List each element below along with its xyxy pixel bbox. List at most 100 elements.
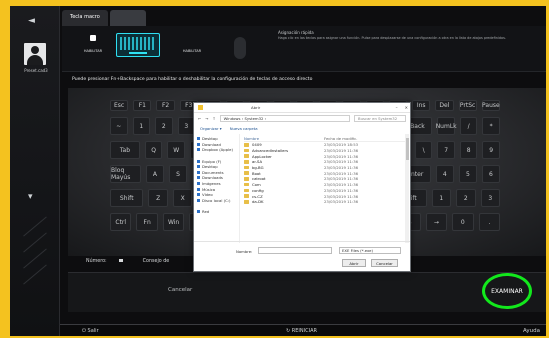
back-arrow-icon[interactable]: ◄ bbox=[28, 16, 35, 26]
hint-text: Puede presionar Fn+Backspace para habili… bbox=[72, 77, 313, 82]
tree-item[interactable]: Dropbox (Apple) bbox=[197, 147, 236, 153]
key[interactable]: * bbox=[482, 117, 500, 135]
tree-item-label: Disco local (C:) bbox=[202, 197, 231, 203]
key[interactable]: 2 bbox=[456, 189, 476, 207]
key[interactable]: . bbox=[478, 213, 500, 231]
tree-item[interactable]: Red bbox=[197, 209, 236, 215]
disable-label: HABILITAR bbox=[182, 49, 202, 53]
dialog-cancel-button[interactable]: Cancelar bbox=[371, 259, 398, 267]
new-folder-button[interactable]: Nueva carpeta bbox=[230, 126, 258, 131]
key[interactable]: Tab bbox=[110, 141, 140, 159]
file-date: 23/03/2019 11:36 bbox=[324, 187, 359, 193]
key[interactable]: F1 bbox=[133, 100, 152, 111]
folder-icon bbox=[197, 137, 200, 141]
tree-item-label: Documents bbox=[202, 169, 224, 175]
folder-icon bbox=[197, 182, 200, 186]
key[interactable]: 8 bbox=[459, 141, 478, 159]
key[interactable]: 5 bbox=[458, 165, 477, 183]
forward-icon[interactable]: → bbox=[205, 116, 208, 121]
cancel-button[interactable]: Cancelar bbox=[168, 287, 192, 293]
filename-input[interactable] bbox=[258, 247, 332, 254]
dropdown-caret-icon[interactable] bbox=[118, 259, 123, 262]
key[interactable]: 7 bbox=[437, 141, 455, 159]
keyboard-icon[interactable] bbox=[116, 33, 160, 57]
active-indicator-icon bbox=[90, 35, 96, 41]
tree-item[interactable]: Disco local (C:) bbox=[197, 198, 236, 204]
key[interactable]: Win bbox=[162, 213, 185, 231]
key[interactable]: A bbox=[145, 165, 165, 183]
folder-icon bbox=[197, 176, 200, 180]
tree-item-label: Imágenes bbox=[202, 181, 221, 187]
file-row[interactable]: da-DK 23/03/2019 11:36 bbox=[244, 199, 406, 205]
file-name: AdvancedInstallers bbox=[252, 148, 289, 154]
key[interactable]: Ins bbox=[412, 100, 431, 111]
file-name: ar-SA bbox=[252, 159, 263, 165]
key[interactable]: 6 bbox=[481, 165, 500, 183]
key[interactable]: W bbox=[167, 141, 185, 159]
key[interactable]: Shift bbox=[110, 189, 144, 207]
restart-button[interactable]: ↻ REINICIAR bbox=[286, 328, 317, 334]
key[interactable]: 1 bbox=[431, 189, 452, 207]
address-bar[interactable]: Windows › System32 › bbox=[219, 115, 350, 122]
file-date: 23/03/2019 11:36 bbox=[324, 182, 359, 188]
column-date[interactable]: Fecha de modific. bbox=[324, 136, 368, 141]
organize-button[interactable]: Organizar ▾ bbox=[200, 126, 222, 131]
key[interactable]: Bloq Mayús bbox=[110, 165, 141, 183]
browse-button[interactable]: EXAMINAR bbox=[482, 273, 532, 309]
info-title: Asignación rápida bbox=[278, 30, 314, 35]
folder-icon bbox=[244, 199, 249, 204]
key[interactable]: PrtSc bbox=[458, 100, 477, 111]
key[interactable]: Esc bbox=[110, 100, 129, 111]
file-name-cell: AppLocker bbox=[244, 154, 324, 159]
minimize-icon[interactable]: – bbox=[396, 105, 398, 110]
tab-secondary[interactable] bbox=[109, 10, 146, 26]
file-date: 23/03/2019 11:36 bbox=[324, 159, 359, 165]
tab-macro-key[interactable]: Tecla macro bbox=[62, 10, 108, 26]
key[interactable]: 9 bbox=[482, 141, 500, 159]
file-name-cell: Boot bbox=[244, 171, 324, 176]
key[interactable]: S bbox=[169, 165, 188, 183]
key[interactable]: 2 bbox=[155, 117, 173, 135]
dialog-navbar: ← → ↑ Windows › System32 › Buscar en Sys… bbox=[194, 113, 410, 124]
tree-item-label: Música bbox=[202, 186, 216, 192]
enable-option[interactable]: HABILITAR bbox=[76, 35, 110, 63]
key[interactable]: Del bbox=[435, 100, 454, 111]
key[interactable]: / bbox=[459, 117, 478, 135]
mode-toggle[interactable] bbox=[234, 37, 246, 59]
key[interactable]: NumLk bbox=[436, 117, 457, 135]
file-name-cell: Com bbox=[244, 182, 324, 187]
key[interactable]: 3 bbox=[480, 189, 500, 207]
key[interactable]: 1 bbox=[132, 117, 150, 135]
close-icon[interactable]: ✕ bbox=[405, 105, 408, 110]
help-button[interactable]: Ayuda bbox=[523, 328, 540, 334]
up-icon[interactable]: ↑ bbox=[212, 116, 215, 121]
key[interactable]: 4 bbox=[435, 165, 454, 183]
key[interactable]: F2 bbox=[156, 100, 175, 111]
key[interactable]: Pause bbox=[481, 100, 500, 111]
back-icon[interactable]: ← bbox=[198, 116, 201, 121]
key[interactable]: ~ bbox=[110, 117, 128, 135]
filetype-select[interactable]: EXE Files (*.exe) bbox=[339, 247, 401, 254]
tree-item-label: Dropbox (Apple) bbox=[202, 147, 233, 153]
key[interactable]: Z bbox=[148, 189, 168, 207]
column-name[interactable]: Nombre bbox=[244, 136, 324, 141]
file-list: Nombre Fecha de modific. 0409 23/03/2019 … bbox=[240, 134, 410, 243]
scrollbar[interactable] bbox=[405, 134, 409, 243]
key[interactable]: 0 bbox=[452, 213, 474, 231]
folder-icon bbox=[244, 148, 249, 153]
key[interactable]: X bbox=[172, 189, 193, 207]
disable-option[interactable]: HABILITAR bbox=[172, 35, 212, 63]
key[interactable]: → bbox=[425, 213, 448, 231]
dialog-toolbar: Organizar ▾ Nueva carpeta bbox=[194, 124, 410, 133]
open-button[interactable]: Abrir bbox=[342, 259, 366, 267]
key[interactable]: Ctrl bbox=[110, 213, 132, 231]
key[interactable]: Q bbox=[144, 141, 163, 159]
chevron-down-icon[interactable]: ▾ bbox=[28, 192, 33, 202]
key[interactable]: \ bbox=[414, 141, 433, 159]
profile-avatar-icon[interactable] bbox=[24, 43, 46, 65]
search-field[interactable]: Buscar en System32 bbox=[354, 115, 406, 122]
info-text: Haga clic en las teclas para asignar una… bbox=[278, 36, 506, 40]
key[interactable]: Fn bbox=[136, 213, 158, 231]
exit-button[interactable]: ⏻ Salir bbox=[82, 328, 99, 334]
bottom-bar: ⏻ Salir ↻ REINICIAR Ayuda bbox=[60, 324, 546, 336]
